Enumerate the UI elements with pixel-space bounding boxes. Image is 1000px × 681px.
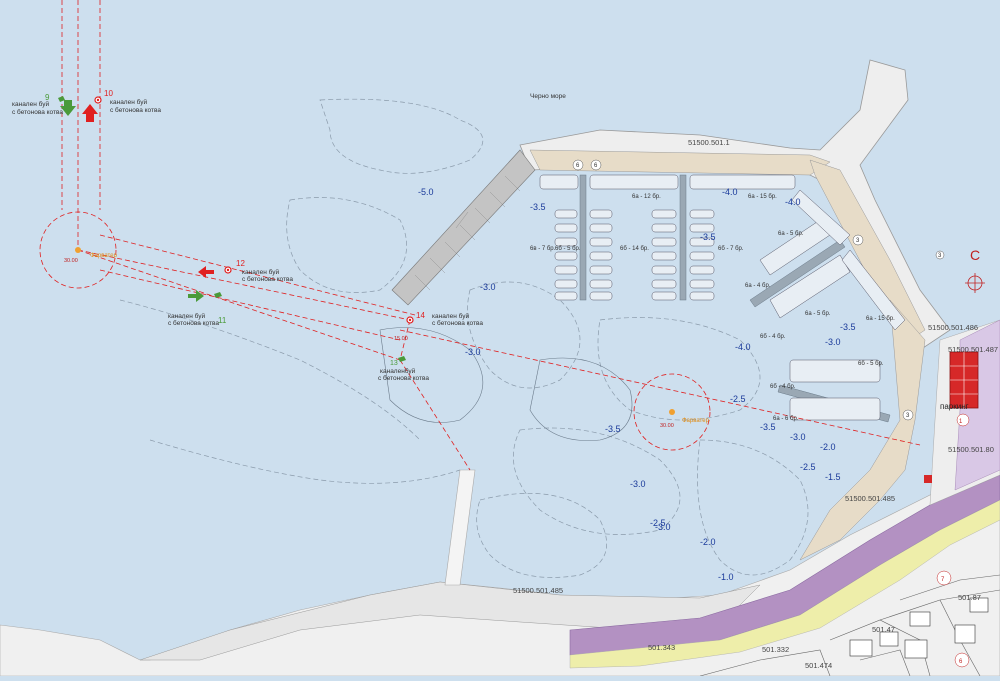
svg-text:-1.5: -1.5 — [825, 472, 841, 482]
svg-text:6б - 5 бр.: 6б - 5 бр. — [555, 246, 581, 252]
svg-text:-2.0: -2.0 — [820, 442, 836, 452]
svg-text:6а - 12 бр.: 6а - 12 бр. — [632, 194, 661, 200]
channel-width: 15.00 — [394, 336, 408, 342]
svg-text:-3.5: -3.5 — [840, 322, 856, 332]
svg-text:501.332: 501.332 — [762, 645, 789, 654]
svg-text:с бетонова котва: с бетонова котва — [168, 319, 219, 327]
svg-text:14: 14 — [416, 311, 425, 320]
svg-text:51500.501.485: 51500.501.485 — [513, 586, 563, 595]
svg-text:501.474: 501.474 — [805, 661, 832, 670]
svg-text:-3.5: -3.5 — [760, 422, 776, 432]
svg-text:12: 12 — [236, 259, 245, 268]
svg-text:-2.5: -2.5 — [800, 462, 816, 472]
svg-text:-3.0: -3.0 — [480, 282, 496, 292]
svg-text:-3.0: -3.0 — [465, 347, 481, 357]
svg-text:канален буй: канален буй — [432, 312, 469, 320]
svg-text:51500.501.485: 51500.501.485 — [845, 494, 895, 503]
svg-text:10: 10 — [104, 89, 113, 98]
svg-text:501.47: 501.47 — [872, 625, 895, 634]
svg-text:30.00: 30.00 — [64, 258, 78, 264]
svg-text:-3.0: -3.0 — [825, 337, 841, 347]
svg-text:501.87: 501.87 — [958, 593, 981, 602]
svg-text:с бетонова котва: с бетонова котва — [242, 275, 293, 283]
svg-text:-3.5: -3.5 — [700, 232, 716, 242]
svg-text:Фарватер: Фарватер — [682, 418, 710, 424]
svg-text:6а - 4 бр.: 6а - 4 бр. — [745, 283, 771, 289]
svg-text:6б - 4 бр.: 6б - 4 бр. — [770, 384, 796, 390]
svg-text:-4.0: -4.0 — [735, 342, 751, 352]
sea-label: Черно море — [530, 93, 566, 100]
svg-text:канален буй: канален буй — [242, 268, 279, 276]
svg-text:6а - 6 бр.: 6а - 6 бр. — [773, 416, 799, 422]
map-canvas: Черно море -5.0 -3.5 -3.0 -4.0 -3.5 -4.0… — [0, 0, 1000, 677]
svg-text:6в - 7 бр.: 6в - 7 бр. — [530, 246, 556, 252]
svg-text:-4.0: -4.0 — [722, 187, 738, 197]
svg-text:6б - 7 бр.: 6б - 7 бр. — [718, 246, 744, 252]
svg-text:-3.5: -3.5 — [605, 424, 621, 434]
svg-text:51500.501.1: 51500.501.1 — [688, 138, 730, 147]
svg-text:501.343: 501.343 — [648, 643, 675, 652]
svg-text:канален буй: канален буй — [110, 98, 147, 106]
svg-text:с бетонова котва: с бетонова котва — [12, 108, 63, 116]
svg-text:6а - 5 бр.: 6а - 5 бр. — [778, 231, 804, 237]
svg-text:-3.5: -3.5 — [530, 202, 546, 212]
svg-text:канален буй: канален буй — [168, 312, 205, 320]
svg-text:каналенбуй: каналенбуй — [380, 367, 416, 375]
svg-text:6б - 5 бр.: 6б - 5 бр. — [858, 361, 884, 367]
svg-text:-5.0: -5.0 — [418, 187, 434, 197]
svg-text:6а - 5 бр.: 6а - 5 бр. — [805, 311, 831, 317]
svg-text:30.00: 30.00 — [660, 423, 674, 429]
svg-text:13: 13 — [390, 360, 398, 367]
svg-text:-2.5: -2.5 — [730, 394, 746, 404]
svg-text:6б - 4 бр.: 6б - 4 бр. — [760, 334, 786, 340]
svg-text:51500.501.487: 51500.501.487 — [948, 345, 998, 354]
svg-text:с бетонова котва: с бетонова котва — [378, 374, 429, 382]
parking-label: паркинг — [940, 402, 969, 411]
svg-text:Фарватер: Фарватер — [90, 253, 118, 259]
svg-text:51500.501.80: 51500.501.80 — [948, 445, 994, 454]
svg-text:-3.0: -3.0 — [790, 432, 806, 442]
svg-text:6а - 15 бр.: 6а - 15 бр. — [866, 316, 895, 322]
svg-text:-4.0: -4.0 — [785, 197, 801, 207]
svg-text:-3.0: -3.0 — [630, 479, 646, 489]
svg-text:с бетонова котва: с бетонова котва — [432, 319, 483, 327]
svg-text:6а - 15 бр.: 6а - 15 бр. — [748, 194, 777, 200]
svg-text:51500.501.486: 51500.501.486 — [928, 323, 978, 332]
svg-text:-2.0: -2.0 — [700, 537, 716, 547]
svg-text:6б - 14 бр.: 6б - 14 бр. — [620, 246, 649, 252]
svg-text:канален буй: канален буй — [12, 100, 49, 108]
svg-text:11: 11 — [218, 316, 227, 325]
north-label: С — [970, 247, 980, 263]
svg-text:-1.0: -1.0 — [718, 572, 734, 582]
svg-text:с бетонова котва: с бетонова котва — [110, 106, 161, 114]
marina-map: Черно море -5.0 -3.5 -3.0 -4.0 -3.5 -4.0… — [0, 0, 1000, 677]
svg-text:-3.0: -3.0 — [655, 522, 671, 532]
